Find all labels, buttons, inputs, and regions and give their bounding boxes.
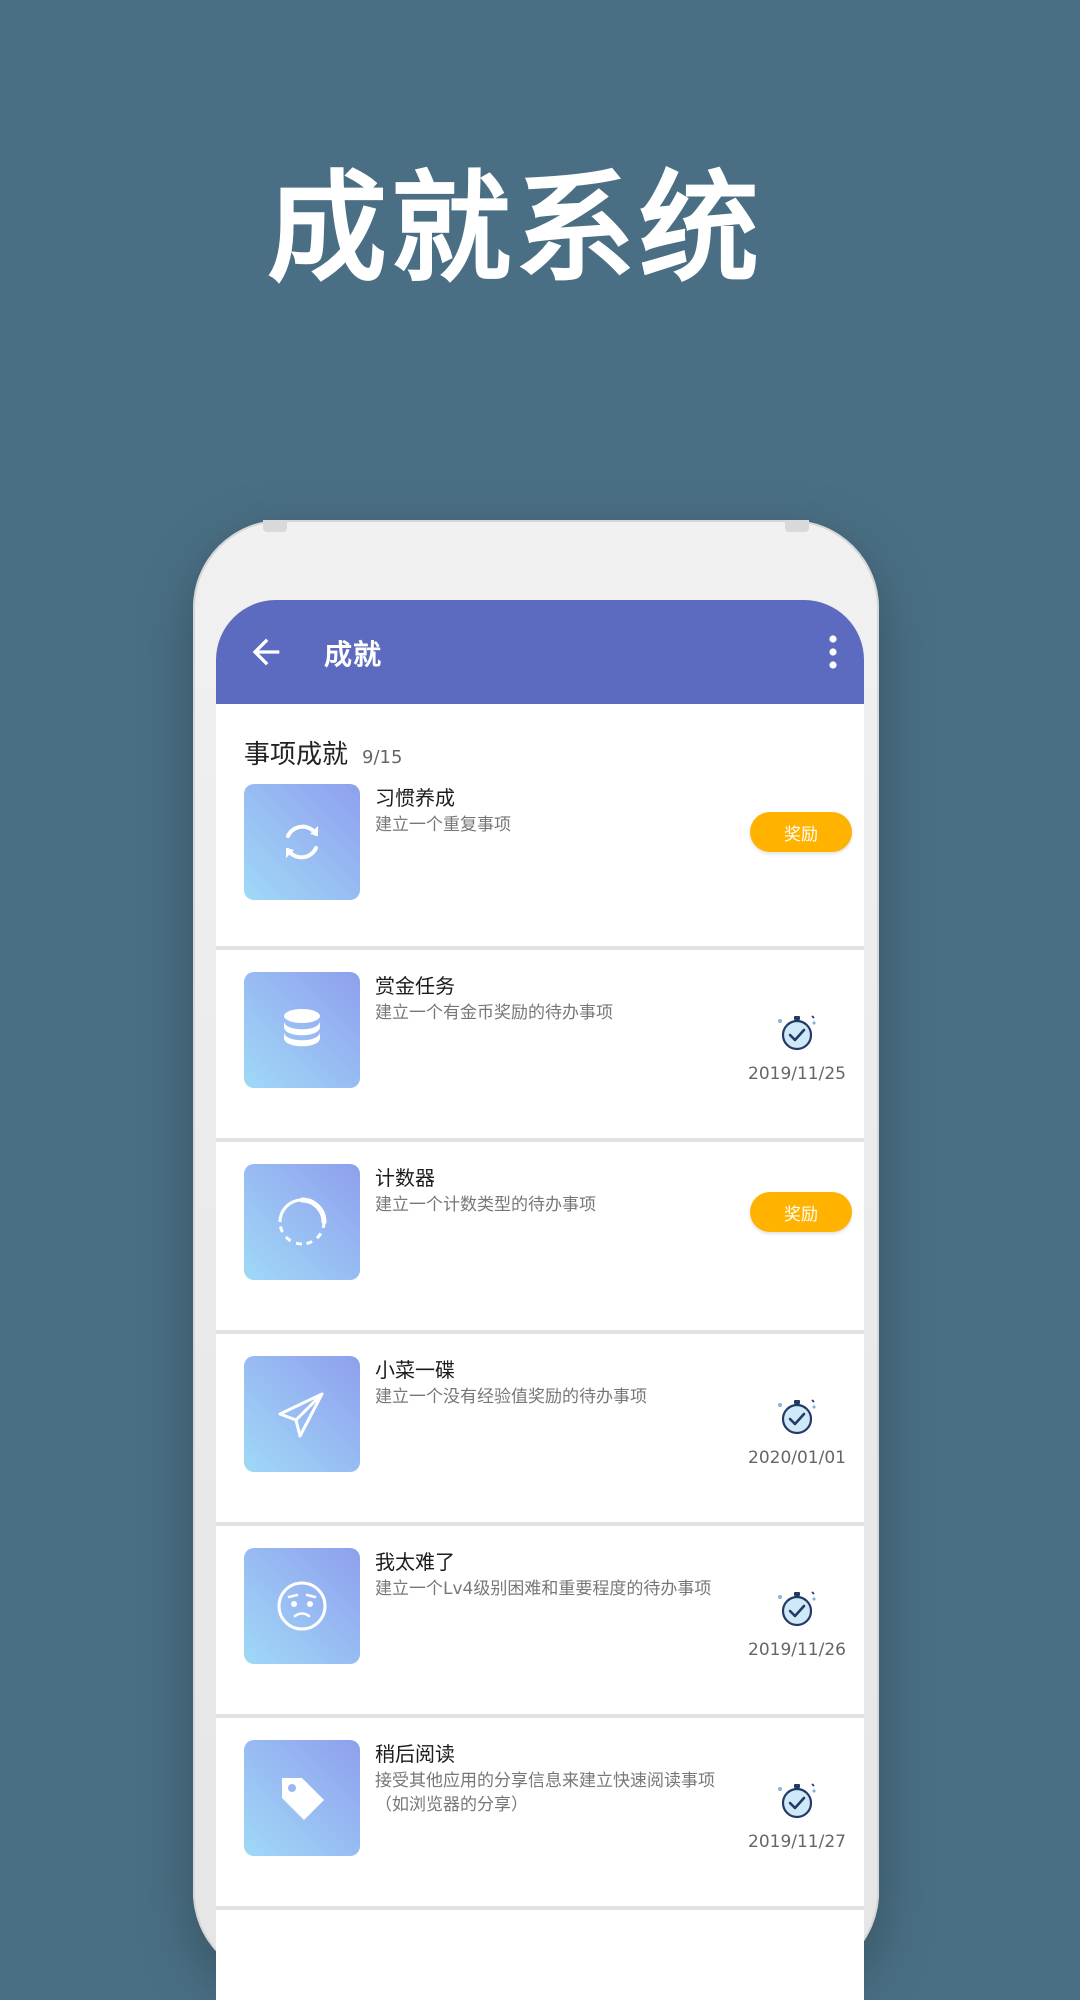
completed-date: 2019/11/26 — [748, 1640, 846, 1660]
completed-status: 2019/11/27 — [742, 1778, 852, 1852]
check-stopwatch-icon — [778, 1015, 816, 1051]
achievement-desc: 建立一个计数类型的待办事项 — [375, 1195, 596, 1215]
achievement-name: 赏金任务 — [375, 974, 455, 998]
completed-date: 2020/01/01 — [748, 1448, 846, 1468]
achievement-tile — [244, 972, 360, 1088]
more-vertical-icon[interactable] — [826, 634, 840, 670]
achievement-desc: 建立一个有金币奖励的待办事项 — [375, 1003, 613, 1023]
completed-date: 2019/11/27 — [748, 1832, 846, 1852]
completed-status: 2019/11/26 — [742, 1586, 852, 1660]
check-stopwatch-icon — [778, 1399, 816, 1435]
list-item[interactable]: 小菜一碟 建立一个没有经验值奖励的待办事项 2020/01/01 — [216, 1334, 864, 1526]
achievement-desc: 接受其他应用的分享信息来建立快速阅读事项（如浏览器的分享） — [375, 1771, 715, 1815]
worried-face-icon — [277, 1581, 327, 1631]
paper-plane-icon — [278, 1392, 324, 1438]
promo-title: 成就系统 — [267, 160, 763, 299]
achievement-desc: 建立一个重复事项 — [375, 815, 511, 835]
reward-button[interactable]: 奖励 — [750, 1192, 852, 1232]
phone-frame: 成就 事项成就 9/15 习惯养成 建立一个重复事项 奖励 赏金任务 建立一个有… — [193, 520, 879, 2000]
app-bar: 成就 — [216, 600, 864, 704]
completed-date: 2019/11/25 — [748, 1064, 846, 1084]
tag-icon — [282, 1778, 324, 1820]
reward-button[interactable]: 奖励 — [750, 812, 852, 852]
achievement-tile — [244, 1356, 360, 1472]
achievement-list: 习惯养成 建立一个重复事项 奖励 赏金任务 建立一个有金币奖励的待办事项 201… — [216, 762, 864, 1910]
completed-status: 2019/11/25 — [742, 1010, 852, 1084]
achievement-desc: 建立一个Lv4级别困难和重要程度的待办事项 — [375, 1579, 712, 1599]
app-screen: 成就 事项成就 9/15 习惯养成 建立一个重复事项 奖励 赏金任务 建立一个有… — [216, 600, 864, 2000]
list-item[interactable]: 赏金任务 建立一个有金币奖励的待办事项 2019/11/25 — [216, 950, 864, 1142]
page-title: 成就 — [324, 638, 383, 671]
arrow-left-icon[interactable] — [246, 632, 286, 672]
achievement-tile — [244, 1548, 360, 1664]
achievement-name: 我太难了 — [375, 1550, 455, 1574]
achievement-tile — [244, 1740, 360, 1856]
list-item[interactable]: 我太难了 建立一个Lv4级别困难和重要程度的待办事项 2019/11/26 — [216, 1526, 864, 1718]
section-header: 事项成就 9/15 — [216, 704, 864, 770]
coins-stack-icon — [284, 1009, 320, 1047]
completed-status: 2020/01/01 — [742, 1394, 852, 1468]
repeat-icon — [286, 824, 318, 860]
achievement-tile — [244, 1164, 360, 1280]
achievement-name: 计数器 — [375, 1166, 435, 1190]
check-stopwatch-icon — [778, 1783, 816, 1819]
achievement-desc: 建立一个没有经验值奖励的待办事项 — [375, 1387, 647, 1407]
list-item[interactable]: 习惯养成 建立一个重复事项 奖励 — [216, 762, 864, 950]
list-item[interactable]: 计数器 建立一个计数类型的待办事项 奖励 — [216, 1142, 864, 1334]
achievement-name: 习惯养成 — [375, 786, 455, 810]
counter-ring-icon — [278, 1197, 327, 1246]
list-item[interactable]: 稍后阅读 接受其他应用的分享信息来建立快速阅读事项（如浏览器的分享） 2019/… — [216, 1718, 864, 1910]
achievement-name: 小菜一碟 — [375, 1358, 455, 1382]
check-stopwatch-icon — [778, 1591, 816, 1627]
achievement-name: 稍后阅读 — [375, 1742, 455, 1766]
achievement-tile — [244, 784, 360, 900]
